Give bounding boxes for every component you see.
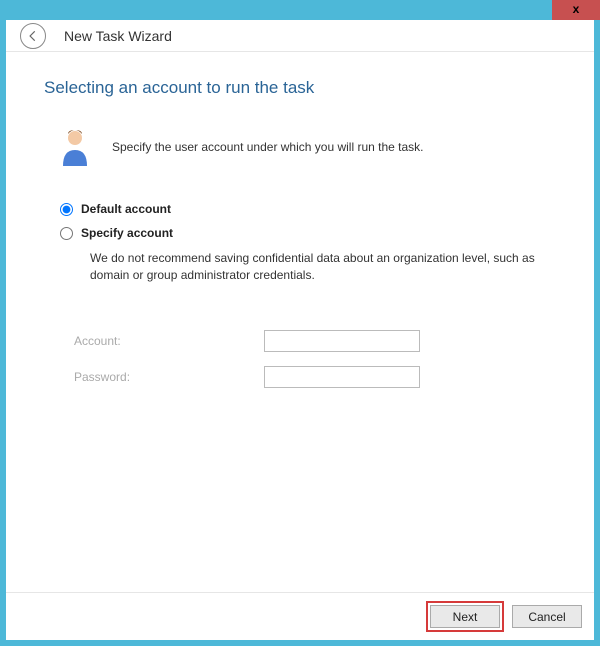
password-row: Password: [74, 366, 556, 388]
arrow-left-icon [26, 29, 40, 43]
content-area: Selecting an account to run the task Spe… [6, 52, 594, 388]
credentials-form: Account: Password: [74, 330, 556, 388]
page-heading: Selecting an account to run the task [44, 78, 556, 98]
back-button[interactable] [20, 23, 46, 49]
footer: Next Cancel [6, 592, 594, 640]
password-label: Password: [74, 370, 264, 384]
radio-default-input[interactable] [60, 203, 73, 216]
next-button-highlight: Next [426, 601, 504, 632]
intro-text: Specify the user account under which you… [112, 140, 424, 154]
account-radio-group: Default account Specify account We do no… [60, 202, 556, 284]
account-label: Account: [74, 334, 264, 348]
radio-default-label: Default account [81, 202, 171, 216]
window-title: New Task Wizard [64, 28, 172, 44]
radio-specify-label: Specify account [81, 226, 173, 240]
user-icon [60, 128, 90, 166]
credentials-warning: We do not recommend saving confidential … [90, 250, 556, 284]
wizard-window: x New Task Wizard Selecting an account t… [0, 0, 600, 646]
password-input[interactable] [264, 366, 420, 388]
account-input[interactable] [264, 330, 420, 352]
intro-row: Specify the user account under which you… [60, 128, 556, 166]
radio-specify-input[interactable] [60, 227, 73, 240]
account-row: Account: [74, 330, 556, 352]
radio-specify-account[interactable]: Specify account [60, 226, 556, 240]
header: New Task Wizard [6, 6, 594, 52]
next-button[interactable]: Next [430, 605, 500, 628]
radio-default-account[interactable]: Default account [60, 202, 556, 216]
cancel-button[interactable]: Cancel [512, 605, 582, 628]
